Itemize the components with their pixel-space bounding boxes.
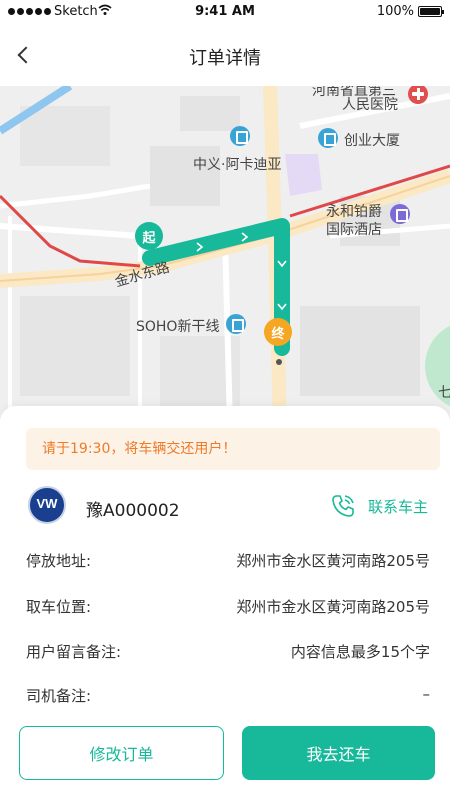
map-view[interactable]: 河南省直第三 人民医院 创业大厦 中义·阿卡迪亚 永和铂爵 国际酒店 SOHO新… xyxy=(0,86,450,426)
driver-note-value: – xyxy=(422,685,431,703)
user-note-value: 内容信息最多15个字 xyxy=(290,643,430,661)
driver-note-row: 司机备注: – xyxy=(26,685,430,709)
modify-order-button[interactable]: 修改订单 xyxy=(19,726,224,780)
poi-chuangye-label: 创业大厦 xyxy=(344,133,400,149)
pickup-location-row: 取车位置: 郑州市金水区黄河南路205号 xyxy=(26,596,430,620)
poi-soho-label: SOHO新干线 xyxy=(136,319,220,335)
user-note-label: 用户留言备注: xyxy=(26,643,122,661)
start-marker[interactable]: 起 xyxy=(135,222,163,250)
order-detail-sheet: 请于19:30，将车辆交还用户！ 豫A000002 联系车主 停放地址: 郑州市… xyxy=(0,406,450,800)
volkswagen-logo-icon xyxy=(28,486,66,524)
parking-address-value: 郑州市金水区黄河南路205号 xyxy=(236,552,430,570)
driver-note-label: 司机备注: xyxy=(26,687,92,705)
parking-address-label: 停放地址: xyxy=(26,552,92,570)
edge-label: 七 xyxy=(438,385,450,401)
battery-percent: 100% xyxy=(376,4,414,19)
battery-icon xyxy=(418,6,444,17)
car-row: 豫A000002 联系车主 xyxy=(0,484,450,528)
contact-owner-label: 联系车主 xyxy=(367,497,428,516)
parking-address-row: 停放地址: 郑州市金水区黄河南路205号 xyxy=(26,550,430,574)
pickup-location-label: 取车位置: xyxy=(26,598,92,616)
page-title: 订单详情 xyxy=(189,48,261,69)
license-plate: 豫A000002 xyxy=(86,501,180,521)
phone-icon xyxy=(332,495,354,517)
return-car-button[interactable]: 我去还车 xyxy=(242,726,435,780)
poi-zhongyi-label: 中义·阿卡迪亚 xyxy=(193,157,282,173)
building-icon[interactable] xyxy=(318,128,338,148)
return-notice: 请于19:30，将车辆交还用户！ xyxy=(26,428,440,470)
hotel-icon[interactable] xyxy=(390,204,410,224)
status-bar: Sketch 9:41 AM 100% xyxy=(0,0,450,24)
poi-yonghe-label-1: 永和铂爵 xyxy=(326,204,382,220)
building-icon[interactable] xyxy=(230,126,250,146)
contact-owner-button[interactable]: 联系车主 xyxy=(330,490,428,522)
building-icon[interactable] xyxy=(226,314,246,334)
end-marker[interactable]: 终 xyxy=(264,318,292,346)
user-note-row: 用户留言备注: 内容信息最多15个字 xyxy=(26,641,430,665)
poi-hospital-label: 人民医院 xyxy=(342,97,398,113)
poi-yonghe-label-2: 国际酒店 xyxy=(326,222,382,238)
pickup-location-value: 郑州市金水区黄河南路205号 xyxy=(236,598,430,616)
nav-bar: 订单详情 xyxy=(0,24,450,86)
